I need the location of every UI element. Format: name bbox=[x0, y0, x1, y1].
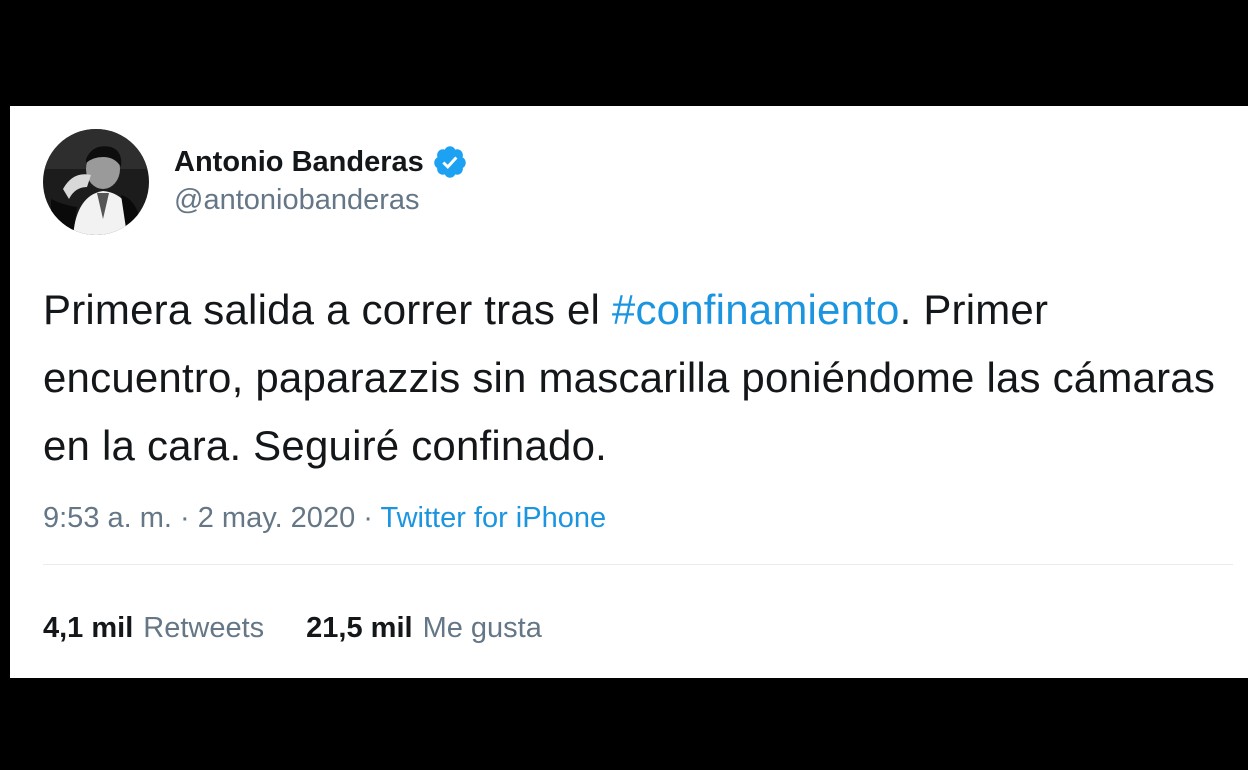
hashtag-link[interactable]: #confinamiento bbox=[612, 286, 900, 333]
tweet-stats: 4,1 mil Retweets 21,5 mil Me gusta bbox=[43, 612, 542, 645]
tweet-time[interactable]: 9:53 a. m. bbox=[43, 502, 172, 534]
meta-separator: · bbox=[171, 502, 198, 534]
verified-badge-icon bbox=[432, 144, 468, 180]
divider bbox=[43, 564, 1233, 565]
author-display-name[interactable]: Antonio Banderas bbox=[174, 146, 424, 179]
meta-separator: · bbox=[355, 502, 381, 534]
retweets-label: Retweets bbox=[143, 612, 265, 644]
avatar[interactable] bbox=[43, 129, 149, 235]
tweet-date[interactable]: 2 may. 2020 bbox=[198, 502, 355, 534]
profile-photo-icon bbox=[43, 129, 149, 235]
retweets-count: 4,1 mil bbox=[43, 612, 134, 644]
author-handle[interactable]: @antoniobanderas bbox=[174, 184, 420, 217]
tweet-source-link[interactable]: Twitter for iPhone bbox=[380, 502, 606, 534]
likes-count: 21,5 mil bbox=[306, 612, 413, 644]
tweet-meta: 9:53 a. m. · 2 may. 2020 · Twitter for i… bbox=[43, 502, 606, 535]
retweets-stat[interactable]: 4,1 mil Retweets bbox=[43, 612, 264, 645]
tweet-text-part1: Primera salida a correr tras el bbox=[43, 286, 612, 333]
likes-stat[interactable]: 21,5 mil Me gusta bbox=[306, 612, 542, 645]
tweet-card: Antonio Banderas @antoniobanderas Primer… bbox=[10, 106, 1248, 678]
author-name-row[interactable]: Antonio Banderas bbox=[174, 142, 468, 182]
tweet-text: Primera salida a correr tras el #confina… bbox=[43, 276, 1233, 480]
likes-label: Me gusta bbox=[422, 612, 542, 644]
